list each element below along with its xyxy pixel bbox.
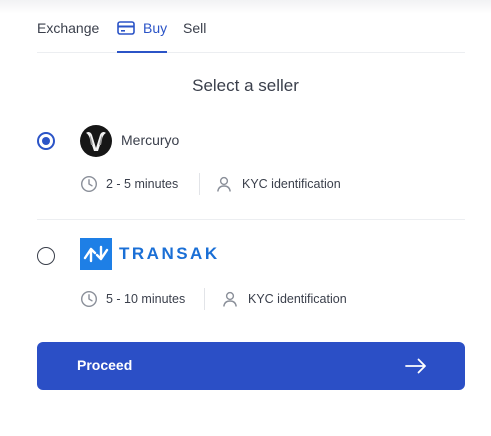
seller-option-mercuryo[interactable]: Mercuryo 2 - 5 minutes KYC identificatio… bbox=[37, 122, 465, 220]
page-title: Select a seller bbox=[192, 76, 299, 95]
seller-radio-transak[interactable] bbox=[37, 247, 55, 265]
transak-logo: TRANSAK bbox=[80, 238, 250, 270]
tab-exchange-label: Exchange bbox=[37, 20, 100, 36]
user-icon bbox=[223, 291, 237, 307]
meta-divider bbox=[204, 288, 205, 310]
seller-radio-mercuryo[interactable] bbox=[37, 132, 55, 150]
user-icon bbox=[217, 176, 231, 192]
tab-sell[interactable]: Sell bbox=[183, 18, 206, 38]
tab-bar: Exchange Buy Sell bbox=[37, 0, 465, 53]
kyc-text: KYC identification bbox=[248, 292, 347, 306]
delivery-time-text: 2 - 5 minutes bbox=[106, 177, 179, 191]
proceed-button[interactable]: Proceed bbox=[37, 342, 465, 390]
seller-name-mercuryo: Mercuryo bbox=[121, 132, 180, 148]
seller-name-transak: TRANSAK bbox=[119, 244, 220, 263]
clock-icon bbox=[80, 290, 98, 308]
clock-icon bbox=[80, 175, 98, 193]
credit-card-icon bbox=[117, 21, 135, 35]
transak-logo-mark bbox=[80, 238, 112, 270]
tab-buy[interactable]: Buy bbox=[117, 18, 167, 38]
arrow-right-icon bbox=[405, 358, 426, 374]
active-tab-indicator bbox=[117, 51, 167, 53]
kyc-text: KYC identification bbox=[242, 177, 341, 191]
seller-option-transak[interactable]: TRANSAK 5 - 10 minutes KYC identificatio… bbox=[37, 232, 465, 322]
tab-sell-label: Sell bbox=[183, 20, 207, 36]
delivery-time-text: 5 - 10 minutes bbox=[106, 292, 186, 306]
mercuryo-logo bbox=[80, 125, 112, 157]
proceed-label: Proceed bbox=[77, 357, 133, 373]
tab-exchange[interactable]: Exchange bbox=[37, 18, 99, 38]
meta-divider bbox=[199, 173, 200, 195]
tab-buy-label: Buy bbox=[143, 20, 168, 36]
